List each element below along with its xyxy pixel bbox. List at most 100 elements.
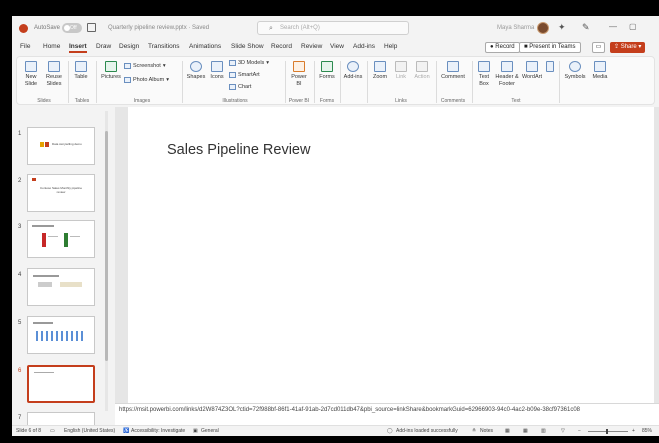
group-label-slides: Slides [37, 98, 51, 104]
tab-file[interactable]: File [20, 43, 30, 50]
chart-button[interactable]: Chart [229, 84, 251, 90]
media-label: Media [592, 74, 608, 80]
thumbnail-text-line [70, 236, 80, 237]
tab-review[interactable]: Review [301, 43, 322, 50]
zoom-in-icon[interactable]: + [632, 428, 635, 434]
zoom-level[interactable]: 85% [642, 428, 652, 434]
autosave-label: AutoSave [34, 25, 61, 31]
pictures-button[interactable]: Pictures [100, 61, 122, 81]
scrollbar-handle[interactable] [105, 131, 108, 361]
tab-draw[interactable]: Draw [96, 43, 111, 50]
media-button[interactable]: Media [590, 61, 610, 81]
speaker-notes[interactable]: https://msit.powerbi.com/links/d2W874Z3O… [115, 403, 659, 425]
slide-thumbnail-5[interactable] [27, 316, 95, 354]
minimize-icon[interactable]: — [609, 22, 617, 31]
sensitivity-label[interactable]: General [201, 428, 219, 434]
forms-button[interactable]: Forms [317, 61, 337, 81]
tab-design[interactable]: Design [119, 43, 139, 50]
tab-view[interactable]: View [330, 43, 344, 50]
tab-home[interactable]: Home [43, 43, 60, 50]
tab-addins[interactable]: Add-ins [353, 43, 375, 50]
addins-label: Add-ins [343, 74, 363, 80]
photo-album-button[interactable]: Photo Album ▾ [124, 77, 169, 83]
tab-slide-show[interactable]: Slide Show [231, 43, 264, 50]
search-input[interactable]: ⌕ Search (Alt+Q) [257, 21, 409, 35]
speaker-notes-text[interactable]: https://msit.powerbi.com/links/d2W874Z3O… [119, 407, 639, 414]
zoom-slider[interactable] [588, 431, 628, 432]
table-button[interactable]: Table [72, 61, 90, 81]
slide-thumbnail-2[interactable]: Contoso Sales Monthly pipeline review [27, 174, 95, 212]
slide-thumbnail-4[interactable] [27, 268, 95, 306]
power-bi-button[interactable]: Power BI [288, 61, 310, 87]
group-label-links: Links [395, 98, 407, 104]
zoom-label: Zoom [372, 74, 388, 80]
slide-title[interactable]: Sales Pipeline Review [167, 142, 310, 158]
language-indicator[interactable]: English (United States) [64, 428, 115, 434]
comments-button[interactable]: ▭ [592, 42, 605, 53]
header-footer-button[interactable]: Header & Footer [495, 61, 519, 87]
slide-thumbnail-1[interactable]: Data storytelling demo [27, 127, 95, 165]
tab-animations[interactable]: Animations [189, 43, 221, 50]
normal-view-icon[interactable]: ▦ [505, 428, 510, 434]
addins-status: Add-ins loaded successfully [396, 428, 458, 434]
slide-thumbnail-3[interactable] [27, 220, 95, 258]
separator [96, 61, 97, 103]
wordart-button[interactable]: WordArt [521, 61, 543, 81]
avatar[interactable] [537, 22, 549, 34]
addins-icon [347, 61, 359, 72]
present-button-label: Present in Teams [529, 44, 576, 50]
shapes-button[interactable]: Shapes [186, 61, 206, 81]
thumbnails-scrollbar[interactable] [104, 111, 109, 411]
zoom-slider-thumb[interactable] [606, 429, 608, 434]
pen-icon[interactable]: ✎ [582, 22, 590, 33]
current-slide[interactable]: Sales Pipeline Review [128, 107, 654, 403]
spelling-icon[interactable]: ▭ [50, 428, 55, 434]
accessibility-status[interactable]: Accessibility: Investigate [131, 428, 185, 434]
slide-sorter-icon[interactable]: ▦ [523, 428, 528, 434]
tab-record[interactable]: Record [271, 43, 292, 50]
slide-thumbnail-6[interactable] [27, 365, 95, 403]
text-box-icon [478, 61, 490, 72]
3d-models-button[interactable]: 3D Models ▾ [229, 60, 269, 66]
save-icon[interactable] [87, 23, 96, 32]
tab-transitions[interactable]: Transitions [148, 43, 180, 50]
screenshot-button[interactable]: Screenshot ▾ [124, 63, 166, 69]
header-footer-label: Header & Footer [495, 74, 519, 87]
text-more-button[interactable] [545, 61, 555, 74]
smartart-label: SmartArt [238, 72, 260, 78]
text-box-button[interactable]: Text Box [475, 61, 493, 87]
user-name[interactable]: Maya Sharma [497, 25, 534, 31]
thumbnail-chart [36, 331, 86, 341]
thumbnail-text-line [33, 275, 59, 277]
status-bar: Slide 6 of 8 ▭ English (United States) ♿… [12, 425, 659, 436]
slideshow-icon[interactable]: ▽ [561, 428, 565, 434]
smartart-button[interactable]: SmartArt [229, 72, 260, 78]
notes-button[interactable]: Notes [480, 428, 493, 434]
title-bar: AutoSave Off Quarterly pipeline review.p… [12, 16, 659, 41]
record-button[interactable]: ● Record [485, 42, 520, 53]
new-slide-button[interactable]: New Slide [21, 61, 41, 87]
slide-thumbnail-7[interactable] [27, 412, 95, 425]
thumbnail-accent [45, 142, 49, 147]
document-title[interactable]: Quarterly pipeline review.pptx · Saved [108, 25, 209, 31]
reuse-slides-button[interactable]: Reuse Slides [43, 61, 65, 87]
wordart-label: WordArt [521, 74, 543, 80]
table-icon [75, 61, 87, 72]
addins-button[interactable]: Add-ins [343, 61, 363, 81]
designer-icon[interactable]: ✦ [558, 22, 566, 33]
slide-counter: Slide 6 of 8 [16, 428, 42, 434]
zoom-out-icon[interactable]: − [578, 428, 581, 434]
shapes-label: Shapes [186, 74, 206, 80]
share-button[interactable]: ⇪ Share ▾ [610, 42, 646, 53]
reading-view-icon[interactable]: ▥ [541, 428, 546, 434]
maximize-icon[interactable]: ▢ [629, 22, 637, 31]
zoom-button[interactable]: Zoom [370, 61, 390, 81]
tab-help[interactable]: Help [384, 43, 397, 50]
present-in-teams-button[interactable]: ■ Present in Teams [519, 42, 581, 53]
symbols-button[interactable]: Symbols [563, 61, 587, 81]
tab-insert[interactable]: Insert [69, 43, 87, 53]
icons-button[interactable]: Icons [208, 61, 226, 81]
comment-button[interactable]: Comment [439, 61, 467, 81]
link-button[interactable]: Link [392, 61, 410, 81]
action-button[interactable]: Action [412, 61, 432, 81]
